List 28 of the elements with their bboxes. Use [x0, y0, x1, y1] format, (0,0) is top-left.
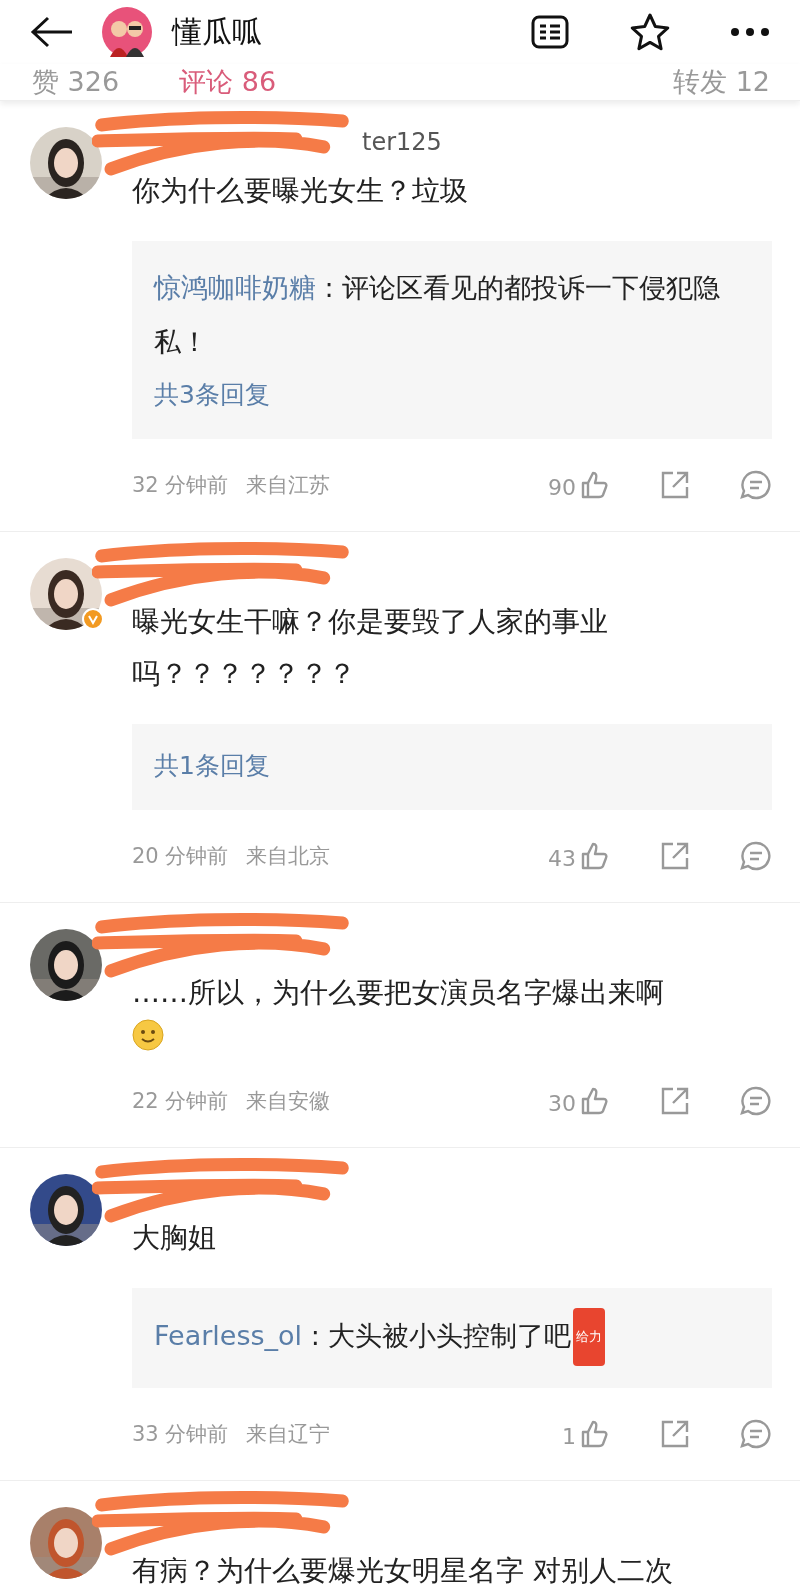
- comment-location: 来自辽宁: [246, 1421, 331, 1448]
- comment-text: 大胸姐: [132, 1220, 217, 1256]
- like-button[interactable]: 90: [548, 470, 610, 500]
- comment-location: 来自江苏: [246, 472, 331, 499]
- like-button[interactable]: 1: [562, 1419, 610, 1449]
- username[interactable]: ter125: [362, 127, 442, 157]
- reply-text: Fearless_ol : 大头被小头控制了吧 给力: [154, 1308, 750, 1366]
- comment-time: 33 分钟前: [132, 1421, 229, 1448]
- comment-text: 曝光女生干嘛？你是要毁了人家的事业: [132, 604, 609, 640]
- reply-text: 惊鸿咖啡奶糖 : 评论区看见的都投诉一下侵犯隐私！: [154, 271, 722, 359]
- tab[interactable]: 转发 12: [673, 64, 770, 100]
- comment-location: 来自北京: [246, 843, 331, 870]
- replies-link[interactable]: 共1条回复: [154, 744, 750, 788]
- comment-time: 32 分钟前: [132, 472, 229, 499]
- like-button[interactable]: 30: [548, 1086, 610, 1116]
- comment-time: 20 分钟前: [132, 843, 229, 870]
- tab[interactable]: 赞 326: [32, 64, 120, 100]
- comment-text: 有病？为什么要爆光女明星名字 对别人二次: [132, 1553, 674, 1587]
- account-title: 懂瓜呱: [172, 12, 263, 51]
- comment-location: 来自安徽: [246, 1088, 331, 1115]
- comment-time: 22 分钟前: [132, 1088, 229, 1115]
- tab[interactable]: 评论 86: [179, 64, 277, 100]
- replies-link[interactable]: 共3条回复: [154, 373, 750, 417]
- comment-text: 你为什么要曝光女生？垃圾: [132, 173, 469, 209]
- comment-text: ……所以，为什么要把女演员名字爆出来啊: [132, 975, 665, 1011]
- comment-text: 吗？？？？？？？: [132, 656, 357, 692]
- like-button[interactable]: 43: [548, 841, 610, 871]
- sticker: 给力: [573, 1308, 606, 1366]
